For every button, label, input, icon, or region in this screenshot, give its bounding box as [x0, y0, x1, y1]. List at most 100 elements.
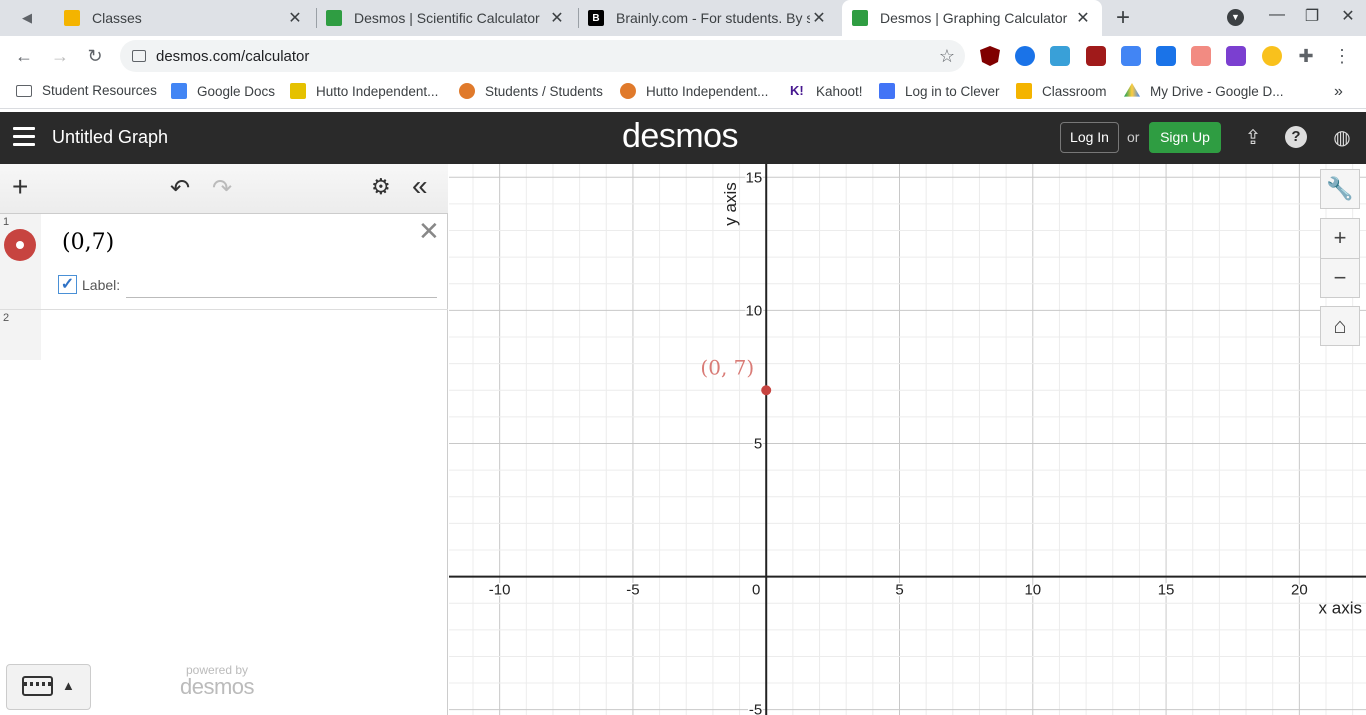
language-globe-icon[interactable]: ◍ [1330, 126, 1354, 150]
close-tab-icon[interactable]: ✕ [810, 8, 828, 28]
log-in-button[interactable]: Log In [1060, 122, 1119, 153]
folder-icon [16, 84, 32, 97]
sign-up-button[interactable]: Sign Up [1149, 122, 1221, 153]
redo-icon[interactable]: ↷ [212, 174, 232, 203]
x-tick-label: 10 [1024, 582, 1041, 599]
minimize-icon[interactable]: — [1265, 6, 1289, 24]
bookmark-item[interactable]: Google Docs [171, 83, 275, 99]
bookmark-star-icon[interactable]: ☆ [939, 46, 955, 67]
extension-m-icon[interactable] [1156, 46, 1176, 66]
back-icon[interactable]: ← [12, 44, 36, 68]
expression-row[interactable]: 2 [0, 310, 448, 360]
undo-icon[interactable]: ↶ [170, 174, 190, 203]
bookmarks-bar: Student Resources Google Docs Hutto Inde… [0, 76, 1366, 109]
extension-pink-icon[interactable] [1191, 46, 1211, 66]
help-icon[interactable]: ? [1285, 126, 1307, 148]
extension-hand-icon[interactable] [1262, 46, 1282, 66]
extension-purple-icon[interactable] [1226, 46, 1246, 66]
label-checkbox[interactable]: ✓ [58, 275, 77, 294]
keypad-toggle-button[interactable]: ▲ [6, 664, 91, 710]
docs-icon [171, 83, 187, 99]
close-tab-icon[interactable]: ✕ [286, 8, 304, 28]
graph-paper[interactable]: -10 -5 0 5 10 15 20 -5 5 10 15 x axis y axis (0, 7) [449, 164, 1366, 715]
address-bar[interactable]: desmos.com/calculator ☆ [120, 40, 965, 72]
tab-divider [578, 8, 579, 28]
hutto2-icon [620, 83, 636, 99]
bookmark-item[interactable]: Student Resources [16, 83, 157, 98]
bookmark-item[interactable]: Hutto Independent... [620, 83, 768, 99]
forward-icon[interactable]: → [48, 44, 72, 68]
delete-expression-icon[interactable]: ✕ [418, 216, 440, 247]
tab-brainly[interactable]: B Brainly.com - For students. By stu ✕ [580, 0, 838, 36]
extension-shield-icon[interactable] [1086, 46, 1106, 66]
tab-mute-icon[interactable]: ◀ [22, 10, 32, 26]
tab-search-icon[interactable]: ▼ [1227, 9, 1244, 26]
expression-input[interactable]: (0,7) [62, 230, 114, 255]
site-info-icon[interactable] [132, 50, 146, 62]
tab-divider [316, 8, 317, 28]
extension-cloud-icon[interactable] [1050, 46, 1070, 66]
brainly-favicon-icon: B [588, 10, 604, 26]
powered-by-desmos: powered by desmos [180, 664, 255, 698]
zoom-out-button[interactable]: − [1320, 258, 1360, 298]
settings-gear-icon[interactable]: ⚙ [371, 174, 391, 200]
bookmark-item[interactable]: Log in to Clever [879, 83, 1000, 99]
graph-svg[interactable]: -10 -5 0 5 10 15 20 -5 5 10 15 x axis y axis (0, 7) [449, 164, 1366, 715]
extensions-puzzle-icon[interactable]: ✚ [1294, 44, 1318, 68]
x-axis-label: x axis [1319, 599, 1362, 618]
bookmark-item[interactable]: Classroom [1016, 83, 1107, 99]
close-tab-icon[interactable]: ✕ [548, 8, 566, 28]
bookmark-label: Student Resources [42, 83, 157, 98]
x-tick-label: 0 [752, 582, 760, 599]
restore-icon[interactable]: ❐ [1300, 6, 1324, 26]
tab-desmos-scientific[interactable]: Desmos | Scientific Calculator ✕ [318, 0, 576, 36]
hutto-icon [290, 83, 306, 99]
collapse-panel-icon[interactable]: « [412, 170, 428, 202]
tab-title: Classes [92, 10, 142, 26]
tab-classes[interactable]: Classes ✕ [56, 0, 314, 36]
reload-icon[interactable]: ↻ [83, 44, 107, 68]
expression-list-panel: + ↶ ↷ ⚙ « 1 (0,7) ✕ ✓ Label: 2 [0, 164, 448, 715]
desmos-logo: desmos [622, 117, 739, 155]
tab-title: Desmos | Graphing Calculator [880, 10, 1068, 26]
bookmarks-overflow-button[interactable]: » [1334, 83, 1343, 101]
point-label: (0, 7) [700, 355, 754, 379]
browser-toolbar: ← → ↻ desmos.com/calculator ☆ ✚ ⋮ [0, 36, 1366, 76]
bookmark-item[interactable]: K! Kahoot! [790, 83, 863, 99]
url-text: desmos.com/calculator [156, 47, 310, 65]
browser-tab-strip: ◀ Classes ✕ Desmos | Scientific Calculat… [0, 0, 1366, 36]
expression-row[interactable]: 1 (0,7) ✕ ✓ Label: [0, 214, 448, 310]
graph-settings-wrench-icon[interactable]: 🔧 [1320, 169, 1360, 209]
bookmark-item[interactable]: My Drive - Google D... [1124, 83, 1284, 99]
bookmark-item[interactable]: Students / Students [459, 83, 603, 99]
new-tab-button[interactable]: + [1116, 4, 1130, 32]
close-window-icon[interactable]: ✕ [1336, 6, 1360, 26]
desmos-favicon-icon [326, 10, 342, 26]
tab-desmos-graphing[interactable]: Desmos | Graphing Calculator ✕ [842, 0, 1102, 36]
zoom-in-button[interactable]: + [1320, 218, 1360, 258]
label-caption: Label: [82, 277, 121, 293]
bookmark-label: Hutto Independent... [646, 83, 769, 99]
translate-extension-icon[interactable] [1121, 46, 1141, 66]
default-viewport-home-icon[interactable]: ⌂ [1320, 306, 1360, 346]
keyboard-icon [22, 676, 53, 696]
ublock-extension-icon[interactable] [980, 46, 1000, 66]
chrome-menu-icon[interactable]: ⋮ [1330, 44, 1354, 68]
expression-toolbar: + ↶ ↷ ⚙ « [0, 164, 448, 214]
label-text-input[interactable] [126, 276, 437, 298]
graph-title[interactable]: Untitled Graph [52, 127, 168, 148]
bookmark-label: Google Docs [197, 83, 276, 99]
expression-index: 2 [3, 312, 10, 324]
point-style-icon[interactable] [4, 229, 36, 261]
hamburger-menu-icon[interactable] [13, 127, 35, 147]
extension-blue-icon[interactable] [1015, 46, 1035, 66]
x-tick-label: 5 [895, 582, 903, 599]
drive-icon [1124, 83, 1140, 97]
add-item-icon[interactable]: + [12, 172, 28, 202]
kahoot-icon: K! [790, 83, 804, 98]
close-tab-icon[interactable]: ✕ [1074, 8, 1092, 28]
share-icon[interactable]: ⇪ [1241, 126, 1265, 150]
y-tick-label: 15 [746, 169, 763, 186]
bookmark-item[interactable]: Hutto Independent... [290, 83, 438, 99]
y-tick-label: 10 [746, 302, 763, 319]
